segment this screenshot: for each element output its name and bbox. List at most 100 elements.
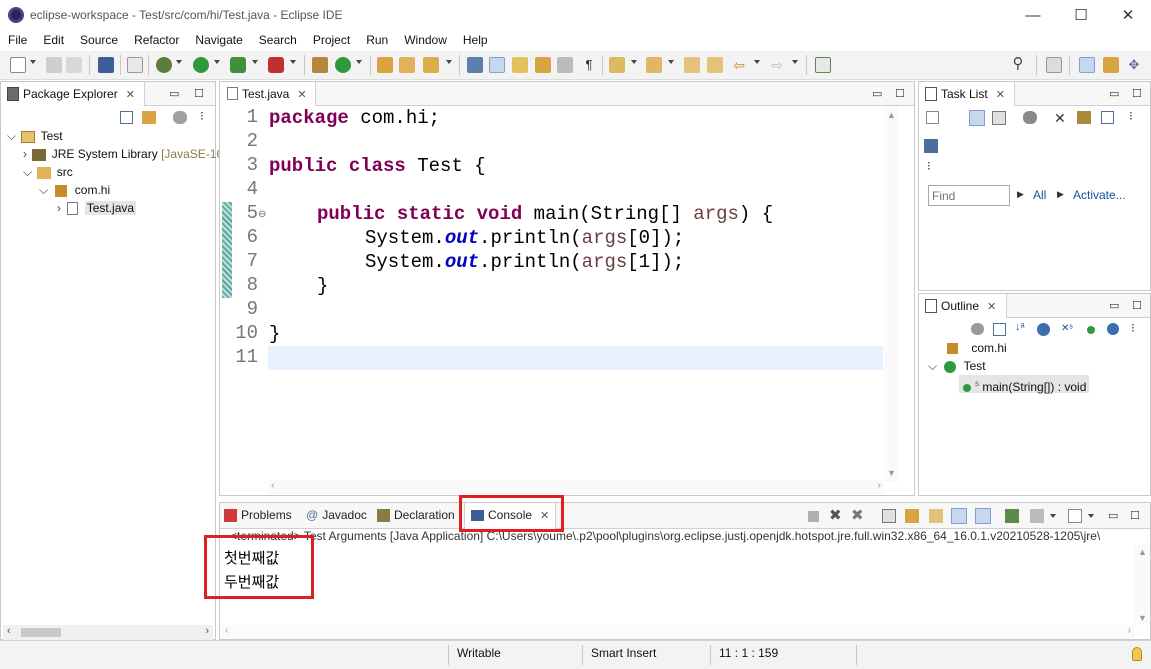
horizontal-scrollbar[interactable]: ‹ › bbox=[3, 625, 213, 640]
open-console-icon[interactable] bbox=[1068, 509, 1082, 523]
java-perspective-icon[interactable] bbox=[1079, 57, 1095, 73]
pilcrow-icon[interactable]: ¶ bbox=[581, 57, 597, 73]
debug-perspective-icon[interactable] bbox=[1103, 57, 1119, 73]
view-menu-icon[interactable]: ⁝ bbox=[200, 109, 204, 123]
coverage-icon[interactable] bbox=[230, 57, 246, 73]
toggle-mark-icon[interactable] bbox=[535, 57, 551, 73]
tree-jre-library[interactable]: › JRE System Library [JavaSE-16] bbox=[23, 145, 226, 163]
collapse-all-icon[interactable] bbox=[993, 323, 1006, 336]
scrollbar-thumb[interactable] bbox=[21, 628, 61, 637]
forward-icon[interactable]: ⇨ bbox=[769, 57, 785, 73]
new-task-icon[interactable] bbox=[926, 111, 939, 124]
outline-class[interactable]: ⌵ Test bbox=[928, 357, 986, 375]
close-icon[interactable]: ✕ bbox=[126, 83, 135, 107]
tab-package-explorer[interactable]: Package Explorer ✕ bbox=[1, 82, 145, 106]
maximize-view-icon[interactable]: ☐ bbox=[1130, 509, 1140, 522]
show-on-error-icon[interactable] bbox=[975, 508, 991, 524]
save-icon[interactable] bbox=[46, 57, 62, 73]
outline-package[interactable]: com.hi bbox=[947, 339, 1007, 357]
maximize-view-icon[interactable]: ☐ bbox=[1132, 87, 1142, 100]
menu-run[interactable]: Run bbox=[358, 31, 396, 47]
external-tools-icon[interactable] bbox=[268, 57, 284, 73]
search-icon[interactable]: ⚲ bbox=[1010, 56, 1026, 73]
skip-breakpoints-icon[interactable] bbox=[127, 57, 143, 73]
menu-navigate[interactable]: Navigate bbox=[187, 31, 250, 47]
menu-file[interactable]: File bbox=[0, 31, 35, 47]
activate-link[interactable]: Activate... bbox=[1073, 188, 1126, 202]
word-wrap-icon[interactable] bbox=[929, 509, 943, 523]
sort-icon[interactable]: ↓ᵃ bbox=[1015, 321, 1025, 333]
remove-all-icon[interactable]: ✖ bbox=[851, 506, 864, 524]
tab-javadoc[interactable]: @ Javadoc bbox=[306, 508, 367, 522]
annotation-icon[interactable] bbox=[467, 57, 483, 73]
clear-console-icon[interactable] bbox=[882, 509, 896, 523]
git-perspective-icon[interactable]: ✥ bbox=[1126, 57, 1142, 73]
pin-editor-icon[interactable] bbox=[815, 57, 831, 73]
maximize-view-icon[interactable]: ☐ bbox=[194, 87, 204, 100]
tab-task-list[interactable]: Task List ✕ bbox=[919, 82, 1015, 106]
run-icon[interactable] bbox=[193, 57, 209, 73]
menu-window[interactable]: Window bbox=[396, 31, 455, 47]
hide-fields-icon[interactable] bbox=[1037, 323, 1050, 336]
close-icon[interactable]: ✕ bbox=[996, 83, 1005, 107]
tree-package-com-hi[interactable]: ⌵ com.hi bbox=[39, 181, 110, 199]
hide-nonpublic-icon[interactable] bbox=[1087, 326, 1095, 334]
terminal-icon[interactable] bbox=[98, 57, 114, 73]
display-console-icon[interactable] bbox=[1030, 509, 1044, 523]
pin-console-icon[interactable] bbox=[1005, 509, 1019, 523]
menu-help[interactable]: Help bbox=[455, 31, 496, 47]
more-icon[interactable]: ⁝ bbox=[927, 159, 931, 173]
link-editor-icon[interactable] bbox=[142, 111, 156, 124]
menu-source[interactable]: Source bbox=[72, 31, 126, 47]
minimize-view-icon[interactable]: ▭ bbox=[872, 87, 882, 100]
terminate-icon[interactable] bbox=[808, 511, 819, 522]
collapse-all-icon[interactable]: ✕ bbox=[1054, 110, 1066, 127]
close-icon[interactable]: ✕ bbox=[987, 295, 996, 319]
menu-refactor[interactable]: Refactor bbox=[126, 31, 187, 47]
tab-outline[interactable]: Outline ✕ bbox=[919, 294, 1007, 318]
scroll-lock-icon[interactable] bbox=[905, 509, 919, 523]
minimize-view-icon[interactable]: ▭ bbox=[1108, 509, 1118, 522]
toggle-block-icon[interactable] bbox=[512, 57, 528, 73]
new-package-icon[interactable] bbox=[312, 57, 328, 73]
scheduled-icon[interactable] bbox=[992, 111, 1006, 125]
minimize-view-icon[interactable]: ▭ bbox=[1109, 87, 1119, 100]
open-type-icon[interactable] bbox=[377, 57, 393, 73]
tree-file-test-java[interactable]: › Test.java bbox=[57, 199, 137, 217]
open-perspective-icon[interactable] bbox=[1046, 57, 1062, 73]
code-area[interactable]: package com.hi; public class Test { publ… bbox=[269, 106, 884, 466]
focus-icon[interactable] bbox=[1101, 111, 1114, 124]
minimize-view-icon[interactable]: ▭ bbox=[169, 87, 179, 100]
hide-static-icon[interactable]: ✕ˢ bbox=[1061, 323, 1073, 334]
hide-local-types-icon[interactable] bbox=[1107, 323, 1119, 335]
debug-icon[interactable] bbox=[156, 57, 172, 73]
tab-test-java[interactable]: Test.java ✕ bbox=[220, 82, 316, 106]
maximize-view-icon[interactable]: ☐ bbox=[895, 87, 905, 100]
last-edit-icon[interactable] bbox=[684, 57, 700, 73]
minimize-view-icon[interactable]: ▭ bbox=[1109, 299, 1119, 312]
vertical-scrollbar[interactable]: ▲ ▼ bbox=[884, 106, 898, 482]
search-tool-icon[interactable] bbox=[423, 57, 439, 73]
edit-forward-icon[interactable] bbox=[707, 57, 723, 73]
sync-icon[interactable] bbox=[1077, 111, 1091, 124]
categorized-icon[interactable] bbox=[969, 110, 985, 126]
maximize-button[interactable]: ☐ bbox=[1058, 0, 1104, 31]
horizontal-scrollbar[interactable]: ‹ › bbox=[268, 480, 884, 494]
next-annotation-icon[interactable] bbox=[609, 57, 625, 73]
back-icon[interactable]: ⇦ bbox=[731, 57, 747, 73]
lightbulb-icon[interactable] bbox=[1132, 647, 1142, 661]
tree-project-test[interactable]: ⌵ Test bbox=[7, 127, 63, 145]
console-vertical-scrollbar[interactable]: ▲ ▼ bbox=[1134, 545, 1150, 625]
hide-completed-icon[interactable] bbox=[1023, 111, 1037, 124]
outline-method[interactable]: s main(String[]) : void bbox=[959, 375, 1090, 394]
remove-launch-icon[interactable]: ✖ bbox=[829, 506, 842, 524]
task-find-input[interactable] bbox=[928, 185, 1010, 206]
new-class-icon[interactable] bbox=[335, 57, 351, 73]
maximize-view-icon[interactable]: ☐ bbox=[1132, 299, 1142, 312]
focus-icon[interactable] bbox=[971, 323, 984, 335]
fold-collapse-icon[interactable]: ⊖ bbox=[258, 209, 266, 220]
close-button[interactable]: ✕ bbox=[1105, 0, 1151, 31]
show-whitespace-icon[interactable] bbox=[557, 57, 573, 73]
highlight-icon[interactable] bbox=[489, 57, 505, 73]
tab-problems[interactable]: Problems bbox=[224, 508, 292, 523]
